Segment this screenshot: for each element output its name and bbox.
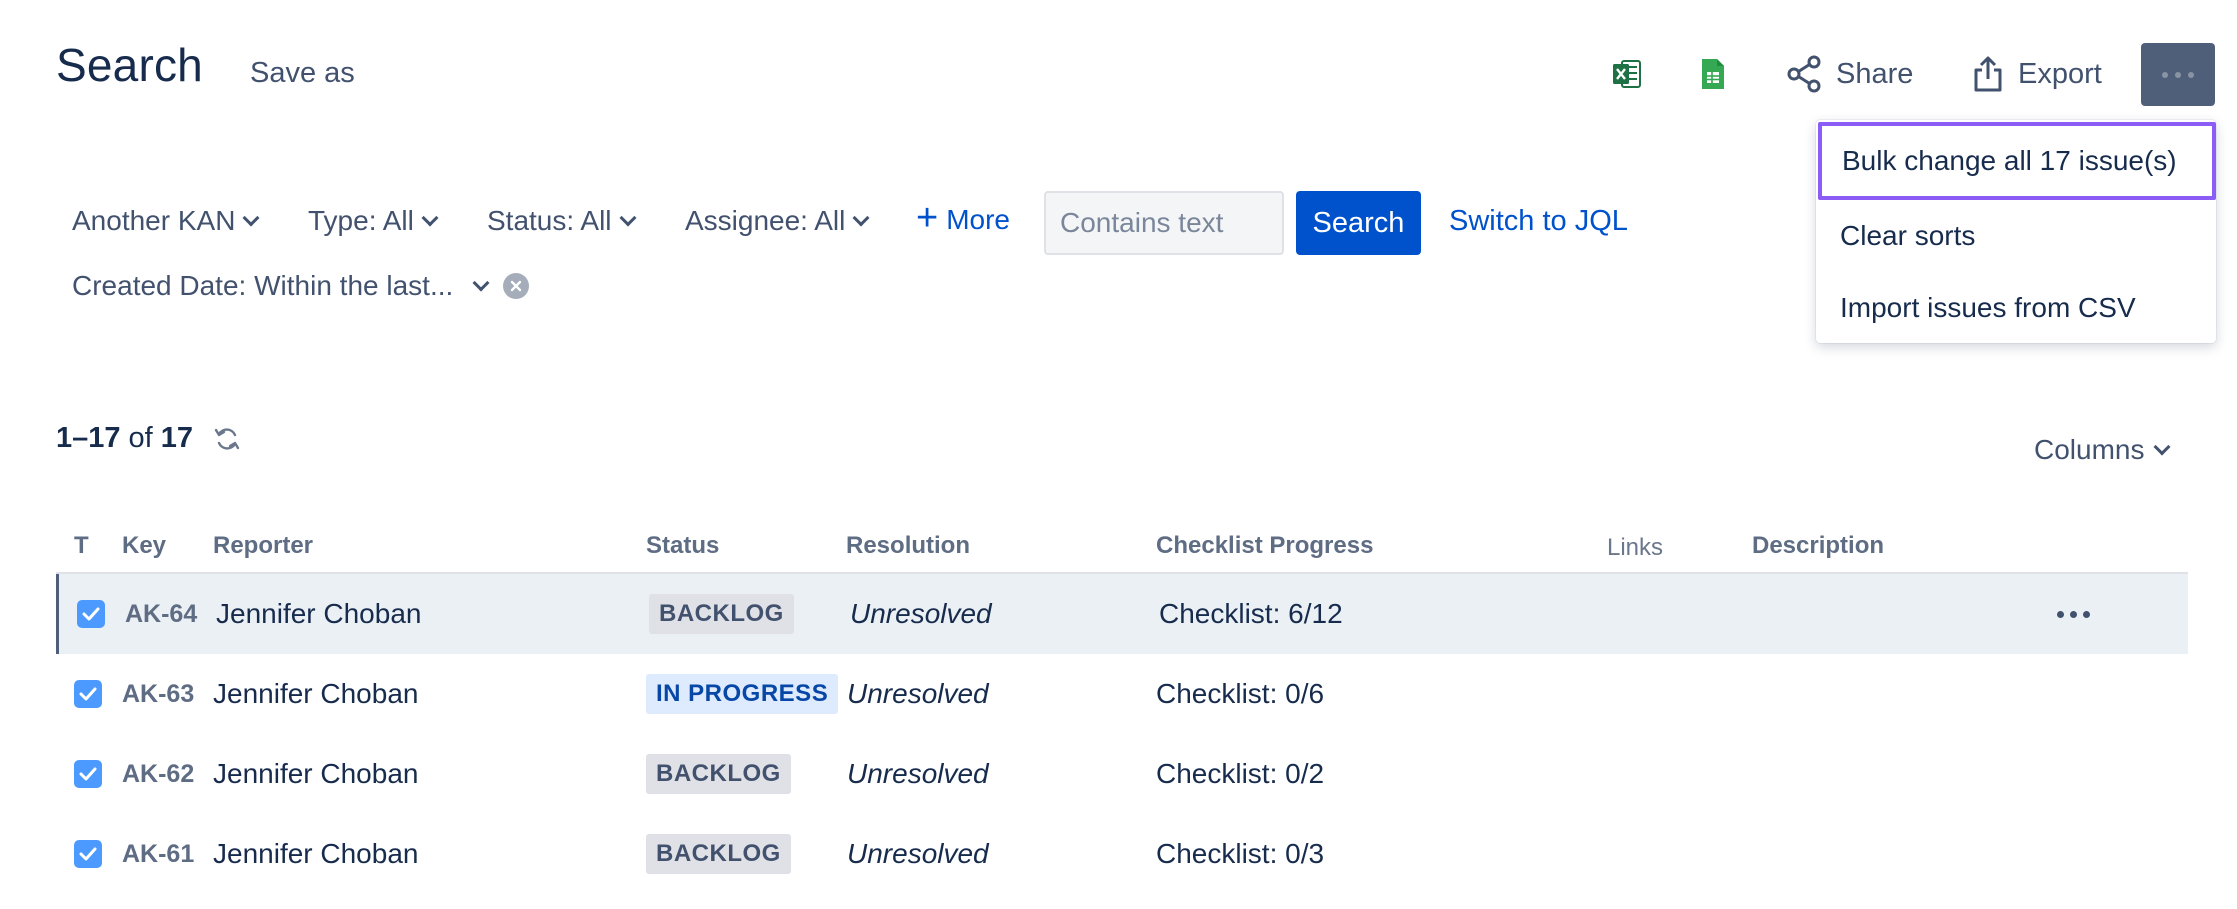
checklist-progress: Checklist: 0/3: [1156, 838, 1325, 869]
export-button[interactable]: Export: [1972, 52, 2102, 96]
share-icon: [1786, 54, 1822, 94]
more-filters-label: More: [946, 204, 1010, 235]
resolution: Unresolved: [850, 598, 992, 629]
column-header-reporter[interactable]: Reporter: [213, 532, 313, 560]
column-header-type[interactable]: T: [74, 532, 89, 560]
project-filter-label: Another KAN: [72, 205, 236, 236]
page-title: Search: [56, 39, 203, 91]
checkbox-checked-icon[interactable]: [74, 680, 102, 708]
results-of: of: [128, 422, 153, 454]
issue-key[interactable]: AK-61: [122, 814, 194, 894]
column-header-checklist[interactable]: Checklist Progress: [1156, 532, 1373, 560]
issue-key[interactable]: AK-63: [122, 654, 194, 734]
contains-text-input[interactable]: [1044, 191, 1284, 255]
search-button[interactable]: Search: [1296, 191, 1421, 255]
menu-item-clear-sorts[interactable]: Clear sorts: [1816, 212, 2216, 260]
columns-button[interactable]: Columns: [2034, 434, 2171, 466]
clear-icon[interactable]: [503, 273, 530, 299]
columns-label: Columns: [2034, 434, 2145, 465]
reporter: Jennifer Choban: [213, 838, 419, 869]
more-filters-button[interactable]: + More: [916, 199, 1010, 237]
chevron-down-icon: [472, 274, 490, 292]
issue-key[interactable]: AK-62: [122, 734, 194, 814]
table-row[interactable]: AK-63 Jennifer Choban IN PROGRESS Unreso…: [56, 654, 2188, 734]
checkbox-checked-icon[interactable]: [77, 600, 105, 628]
more-icon: [2057, 610, 2064, 618]
chevron-down-icon: [2153, 438, 2171, 456]
status-cell: BACKLOG: [646, 814, 791, 894]
reporter: Jennifer Choban: [213, 758, 419, 789]
status-badge: BACKLOG: [646, 754, 791, 794]
table-row[interactable]: AK-61 Jennifer Choban BACKLOG Unresolved…: [56, 814, 2188, 894]
created-date-filter-label: Created Date: Within the last...: [72, 270, 454, 301]
export-label: Export: [2018, 57, 2102, 90]
project-filter[interactable]: Another KAN: [72, 205, 260, 237]
status-badge: BACKLOG: [649, 594, 794, 634]
save-as-button[interactable]: Save as: [250, 57, 355, 90]
table-row[interactable]: AK-62 Jennifer Choban BACKLOG Unresolved…: [56, 734, 2188, 814]
column-header-status[interactable]: Status: [646, 532, 719, 560]
actions-dropdown-menu: Bulk change all 17 issue(s) Clear sorts …: [1816, 120, 2216, 343]
refresh-icon[interactable]: [213, 425, 241, 453]
status-cell: BACKLOG: [646, 734, 791, 814]
checklist-progress: Checklist: 6/12: [1159, 598, 1343, 629]
plus-icon: +: [916, 197, 939, 239]
column-header-description[interactable]: Description: [1752, 532, 1884, 560]
status-filter-label: Status: All: [487, 205, 612, 236]
created-date-filter[interactable]: Created Date: Within the last...: [72, 270, 530, 302]
reporter: Jennifer Choban: [213, 678, 419, 709]
checkbox-checked-icon[interactable]: [74, 760, 102, 788]
assignee-filter-label: Assignee: All: [685, 205, 846, 236]
switch-to-jql-link[interactable]: Switch to JQL: [1449, 205, 1628, 238]
type-filter[interactable]: Type: All: [308, 205, 439, 237]
chevron-down-icon: [421, 209, 439, 227]
excel-icon[interactable]: [1612, 58, 1642, 90]
column-header-links[interactable]: Links: [1607, 534, 1663, 562]
status-filter[interactable]: Status: All: [487, 205, 637, 237]
status-cell: BACKLOG: [649, 574, 794, 654]
resolution: Unresolved: [847, 678, 989, 709]
results-total: 17: [160, 422, 193, 454]
chevron-down-icon: [619, 209, 637, 227]
checklist-progress: Checklist: 0/6: [1156, 678, 1325, 709]
resolution: Unresolved: [847, 758, 989, 789]
table-row[interactable]: AK-64 Jennifer Choban BACKLOG Unresolved…: [56, 574, 2188, 654]
more-actions-button[interactable]: [2141, 43, 2215, 106]
column-header-resolution[interactable]: Resolution: [846, 532, 970, 560]
row-actions-button[interactable]: [2057, 574, 2090, 654]
share-label: Share: [1836, 57, 1914, 90]
export-icon: [1972, 55, 2004, 93]
google-sheets-icon[interactable]: [1700, 57, 1726, 91]
resolution: Unresolved: [847, 838, 989, 869]
results-range: 1–17: [56, 422, 121, 454]
chevron-down-icon: [852, 209, 870, 227]
status-badge: IN PROGRESS: [646, 674, 839, 714]
share-button[interactable]: Share: [1786, 52, 1913, 96]
column-header-key[interactable]: Key: [122, 532, 166, 560]
checkbox-checked-icon[interactable]: [74, 840, 102, 868]
issue-key[interactable]: AK-64: [125, 574, 197, 654]
chevron-down-icon: [242, 209, 260, 227]
menu-item-import-csv[interactable]: Import issues from CSV: [1816, 284, 2216, 332]
assignee-filter[interactable]: Assignee: All: [685, 205, 870, 237]
type-filter-label: Type: All: [308, 205, 414, 236]
more-icon: [2162, 71, 2168, 78]
menu-item-bulk-change[interactable]: Bulk change all 17 issue(s): [1818, 122, 2216, 200]
checklist-progress: Checklist: 0/2: [1156, 758, 1325, 789]
results-count: 1–17 of 17: [56, 422, 241, 455]
reporter: Jennifer Choban: [216, 598, 422, 629]
status-cell: IN PROGRESS: [646, 654, 839, 734]
status-badge: BACKLOG: [646, 834, 791, 874]
